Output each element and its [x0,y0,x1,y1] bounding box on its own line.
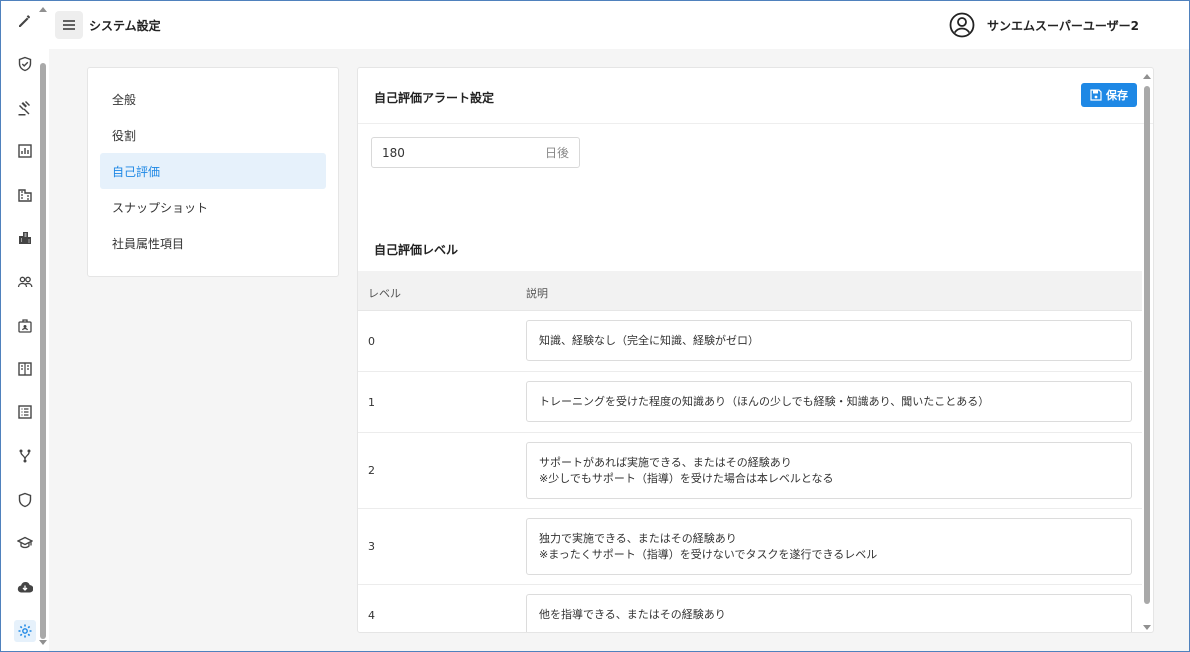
settings-menu-item-self-evaluation[interactable]: 自己評価 [100,153,326,189]
col-header-description: 説明 [526,287,548,300]
description-field[interactable]: 他を指導できる、またはその経験あり [526,594,1132,632]
levels-table-header: レベル 説明 [358,271,1142,311]
list-icon[interactable] [14,401,36,423]
description-line: ※少しでもサポート（指導）を受けた場合は本レベルとなる [539,471,834,485]
description-field[interactable]: 独力で実施できる、またはその経験あり ※まったくサポート（指導）を受けないでタス… [526,518,1132,575]
settings-menu-item-general[interactable]: 全般 [100,81,326,117]
alert-settings-title: 自己評価アラート設定 [374,91,495,105]
table-row: 2 サポートがあれば実施できる、またはその経験あり ※少しでもサポート（指導）を… [358,433,1142,509]
table-row: 3 独力で実施できる、またはその経験あり ※まったくサポート（指導）を受けないで… [358,509,1142,585]
main-content: 全般 役割 自己評価 スナップショット 社員属性項目 自己評価アラート設定 保存… [49,49,1189,651]
left-nav-rail [1,1,49,651]
book-icon[interactable] [14,358,36,380]
account-circle-icon [949,12,975,38]
buildings-icon[interactable] [14,227,36,249]
scroll-up-arrow[interactable] [1143,74,1151,79]
table-row: 0 知識、経験なし（完全に知識、経験がゼロ） [358,311,1142,372]
scroll-down-arrow[interactable] [39,640,47,645]
rail-scrollbar[interactable] [39,5,47,647]
settings-menu-item-snapshot[interactable]: スナップショット [100,189,326,225]
description-line: ※まったくサポート（指導）を受けないでタスクを遂行できるレベル [539,547,878,561]
self-evaluation-panel: 自己評価アラート設定 保存 日後 自己評価レベル レベル 説明 0 知識、経験な… [357,67,1154,633]
cloud-download-icon[interactable] [14,576,36,598]
graduation-icon[interactable] [14,532,36,554]
panel-header: 自己評価アラート設定 保存 [358,68,1153,124]
settings-menu: 全般 役割 自己評価 スナップショット 社員属性項目 [87,67,339,277]
level-value: 1 [368,396,375,409]
level-value: 2 [368,464,375,477]
hamburger-menu-button[interactable] [55,11,83,39]
users-icon[interactable] [14,271,36,293]
days-suffix: 日後 [544,146,569,160]
scroll-thumb[interactable] [1144,86,1150,604]
branch-icon[interactable] [14,445,36,467]
badge-icon[interactable] [14,315,36,337]
save-icon [1090,89,1102,101]
app-window: システム設定 サンエムスーパーユーザー2 全般 役割 自己評価 スナップショット… [0,0,1190,652]
description-field[interactable]: トレーニングを受けた程度の知識あり（ほんの少しでも経験・知識あり、聞いたことある… [526,381,1132,422]
save-button-label: 保存 [1106,89,1128,102]
page-title: システム設定 [89,19,161,33]
description-line: 知識、経験なし（完全に知識、経験がゼロ） [539,333,759,347]
scroll-thumb[interactable] [40,63,46,639]
shield-icon[interactable] [14,489,36,511]
panel-scrollbar[interactable] [1141,68,1153,632]
description-field[interactable]: 知識、経験なし（完全に知識、経験がゼロ） [526,320,1132,361]
top-header: システム設定 サンエムスーパーユーザー2 [49,1,1189,49]
table-row: 1 トレーニングを受けた程度の知識あり（ほんの少しでも経験・知識あり、聞いたこと… [358,372,1142,433]
chart-icon[interactable] [14,140,36,162]
scroll-up-arrow[interactable] [39,7,47,12]
levels-title: 自己評価レベル [374,243,459,257]
settings-menu-item-roles[interactable]: 役割 [100,117,326,153]
level-value: 0 [368,335,375,348]
pencil-icon[interactable] [14,10,36,32]
description-line: 独力で実施できる、またはその経験あり [539,531,737,545]
alert-days-field[interactable]: 日後 [371,137,580,168]
user-menu[interactable]: サンエムスーパーユーザー2 [949,12,1139,38]
level-value: 3 [368,540,375,553]
level-value: 4 [368,609,375,622]
shield-check-icon[interactable] [14,53,36,75]
user-name: サンエムスーパーユーザー2 [987,18,1139,33]
description-field[interactable]: サポートがあれば実施できる、またはその経験あり ※少しでもサポート（指導）を受け… [526,442,1132,499]
building-icon[interactable] [14,184,36,206]
alert-days-input[interactable] [382,145,545,160]
description-line: 他を指導できる、またはその経験あり [539,607,726,621]
save-button[interactable]: 保存 [1081,83,1137,107]
description-line: サポートがあれば実施できる、またはその経験あり [539,455,792,469]
gavel-icon[interactable] [14,97,36,119]
gear-icon[interactable] [14,620,36,642]
table-row: 4 他を指導できる、またはその経験あり [358,585,1142,632]
hamburger-icon [63,20,75,30]
description-line: トレーニングを受けた程度の知識あり（ほんの少しでも経験・知識あり、聞いたことある… [539,394,990,408]
col-header-level: レベル [368,287,401,300]
scroll-down-arrow[interactable] [1143,625,1151,630]
settings-menu-item-employee-attributes[interactable]: 社員属性項目 [100,225,326,261]
